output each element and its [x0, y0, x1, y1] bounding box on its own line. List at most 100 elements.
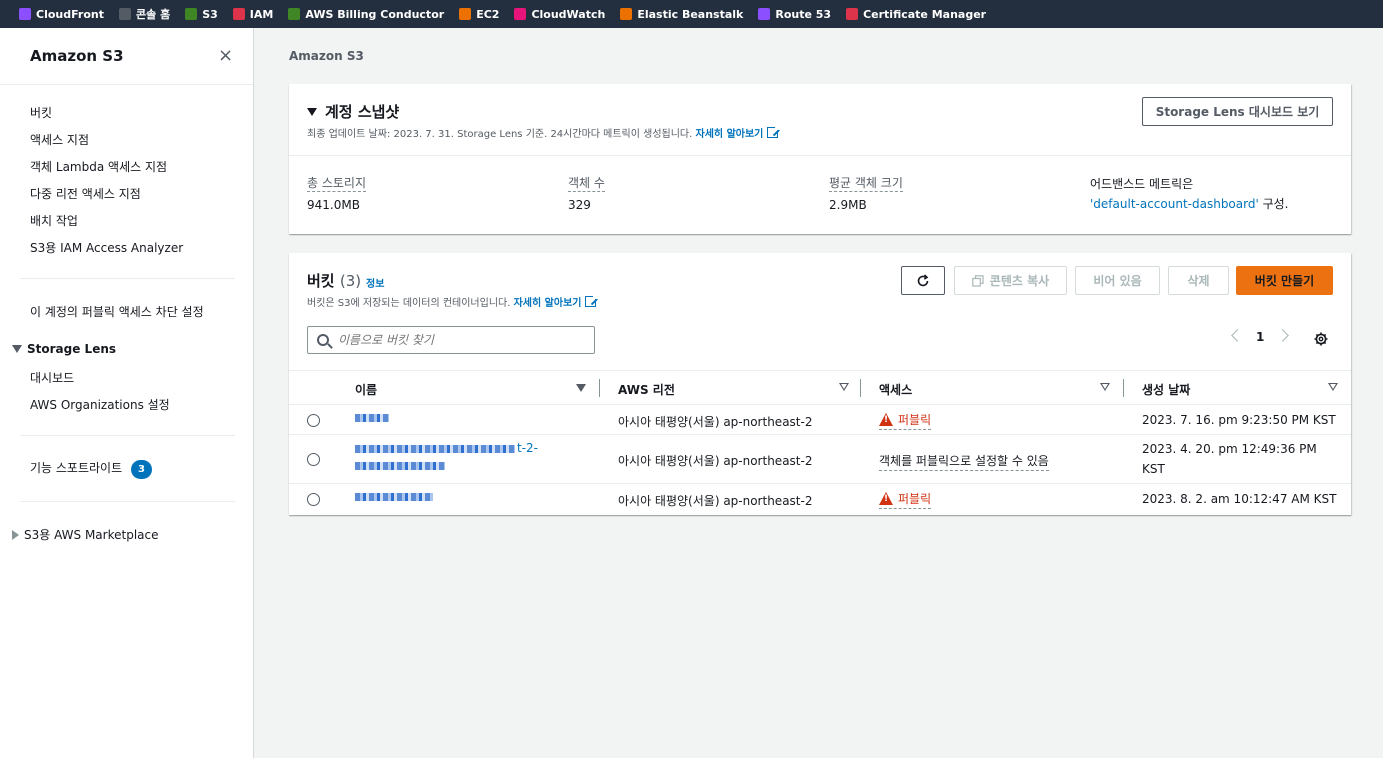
access-cell[interactable]: 퍼블릭 — [879, 490, 932, 509]
sidebar-divider — [20, 278, 235, 279]
column-resizer[interactable] — [599, 379, 600, 397]
view-storage-lens-dashboard-button[interactable]: Storage Lens 대시보드 보기 — [1142, 97, 1333, 126]
sidebar-title: Amazon S3 — [30, 47, 124, 65]
iam-icon — [232, 8, 245, 20]
bucket-name-link-line2[interactable] — [355, 462, 445, 470]
page-number[interactable]: 1 — [1256, 330, 1264, 344]
empty-button[interactable]: 비어 있음 — [1075, 266, 1160, 295]
sort-icon[interactable] — [1328, 383, 1338, 391]
metric-label[interactable]: 평균 객체 크기 — [829, 176, 903, 192]
billing-conductor-icon — [288, 8, 301, 20]
sidebar-item-org-settings[interactable]: AWS Organizations 설정 — [30, 396, 170, 413]
snapshot-title[interactable]: 계정 스냅샷 — [307, 101, 399, 122]
bucket-name-link[interactable] — [355, 493, 433, 501]
advanced-metrics-note: 어드밴스드 메트릭은 'default-account-dashboard' 구… — [1090, 177, 1289, 211]
row-select-radio[interactable] — [307, 414, 320, 427]
warning-icon — [879, 413, 893, 426]
breadcrumb[interactable]: Amazon S3 — [289, 49, 364, 63]
access-cell[interactable]: 퍼블릭 — [879, 411, 932, 430]
search-input[interactable] — [338, 333, 578, 347]
sidebar-item-access-analyzer[interactable]: S3용 IAM Access Analyzer — [30, 239, 183, 256]
fav-cloudfront[interactable]: CloudFront — [19, 8, 104, 21]
copy-arn-button[interactable]: 콘텐츠 복사 — [954, 266, 1067, 295]
column-header-region[interactable]: AWS 리전 — [618, 381, 675, 398]
row-select-radio[interactable] — [307, 493, 320, 506]
fav-iam[interactable]: IAM — [232, 8, 273, 21]
sidebar: Amazon S3 × 버킷 액세스 지점 객체 Lambda 액세스 지점 다… — [0, 28, 254, 758]
metric-label[interactable]: 객체 수 — [568, 176, 605, 192]
search-icon — [317, 334, 329, 346]
snapshot-description: 최종 업데이트 날짜: 2023. 7. 31. Storage Lens 기준… — [307, 125, 781, 140]
created-cell-line2: KST — [1142, 462, 1165, 476]
metric-object-count: 객체 수 329 — [568, 174, 605, 212]
learn-more-link[interactable]: 자세히 알아보기 — [514, 294, 599, 309]
sidebar-item-buckets[interactable]: 버킷 — [30, 104, 52, 121]
caret-right-icon — [12, 529, 19, 540]
sidebar-item-object-lambda[interactable]: 객체 Lambda 액세스 지점 — [30, 158, 167, 175]
dashboard-config-link[interactable]: 'default-account-dashboard' — [1090, 197, 1259, 211]
fav-elastic-beanstalk[interactable]: Elastic Beanstalk — [620, 8, 743, 21]
delete-button[interactable]: 삭제 — [1168, 266, 1229, 295]
sidebar-item-batch-ops[interactable]: 배치 작업 — [30, 212, 78, 229]
fav-s3[interactable]: S3 — [185, 8, 218, 21]
sidebar-item-block-public[interactable]: 이 계정의 퍼블릭 액세스 차단 설정 — [30, 303, 204, 320]
account-snapshot-panel: 계정 스냅샷 최종 업데이트 날짜: 2023. 7. 31. Storage … — [289, 84, 1351, 234]
created-cell: 2023. 4. 20. pm 12:49:36 PM — [1142, 442, 1317, 456]
sidebar-item-multi-region[interactable]: 다중 리전 액세스 지점 — [30, 185, 141, 202]
fav-billing-conductor[interactable]: AWS Billing Conductor — [288, 8, 444, 21]
learn-more-link[interactable]: 자세히 알아보기 — [696, 125, 781, 140]
column-header-created[interactable]: 생성 날짜 — [1142, 381, 1190, 398]
console-home-icon — [119, 8, 131, 20]
chevron-left-icon[interactable] — [1231, 329, 1244, 342]
access-cell[interactable]: 객체를 퍼블릭으로 설정할 수 있음 — [879, 452, 1049, 471]
sidebar-divider — [20, 435, 235, 436]
external-link-icon — [585, 294, 599, 307]
refresh-icon — [917, 273, 929, 286]
row-select-radio[interactable] — [307, 453, 320, 466]
column-resizer[interactable] — [1123, 379, 1124, 397]
bucket-name-suffix[interactable]: t-2- — [517, 441, 538, 455]
buckets-description: 버킷은 S3에 저장되는 데이터의 컨테이너입니다. 자세히 알아보기 — [307, 294, 599, 309]
bucket-name-link[interactable] — [355, 414, 389, 422]
fav-certificate-manager[interactable]: Certificate Manager — [846, 8, 986, 21]
sidebar-item-feature-spotlight[interactable]: 기능 스포트라이트 3 — [30, 459, 152, 479]
region-cell: 아시아 태평양(서울) ap-northeast-2 — [618, 494, 813, 508]
sidebar-item-access-points[interactable]: 액세스 지점 — [30, 131, 89, 148]
fav-cloudwatch[interactable]: CloudWatch — [514, 8, 605, 21]
search-box[interactable] — [307, 326, 595, 354]
certificate-manager-icon — [846, 8, 859, 20]
sidebar-section-storage-lens[interactable]: Storage Lens — [12, 342, 116, 356]
metric-label[interactable]: 총 스토리지 — [307, 176, 367, 192]
fav-route53[interactable]: Route 53 — [758, 8, 831, 21]
column-resizer[interactable] — [860, 379, 861, 397]
close-icon[interactable]: × — [218, 45, 233, 66]
fav-console-home[interactable]: 콘솔 홈 — [119, 6, 170, 22]
sort-icon[interactable] — [839, 383, 849, 391]
sidebar-item-dashboards[interactable]: 대시보드 — [30, 369, 74, 386]
sort-icon[interactable] — [1100, 383, 1110, 391]
metric-value: 941.0MB — [307, 198, 360, 212]
info-link[interactable]: 정보 — [366, 275, 384, 290]
fav-ec2[interactable]: EC2 — [459, 8, 499, 21]
column-header-access[interactable]: 액세스 — [879, 381, 912, 398]
bucket-name-link[interactable] — [355, 445, 515, 453]
settings-gear-icon[interactable] — [1314, 332, 1328, 346]
ec2-icon — [459, 8, 472, 20]
create-bucket-button[interactable]: 버킷 만들기 — [1236, 266, 1333, 295]
table-header: 이름 AWS 리전 액세스 생성 날짜 — [289, 370, 1351, 405]
sort-desc-icon[interactable] — [576, 384, 586, 392]
buckets-title: 버킷 (3) — [307, 272, 362, 290]
column-header-name[interactable]: 이름 — [355, 381, 377, 398]
metric-avg-object-size: 평균 객체 크기 2.9MB — [829, 174, 903, 212]
created-cell: 2023. 8. 2. am 10:12:47 AM KST — [1142, 492, 1337, 506]
table-row[interactable]: t-2- 아시아 태평양(서울) ap-northeast-2 객체를 퍼블릭으… — [289, 435, 1351, 484]
table-row[interactable]: 아시아 태평양(서울) ap-northeast-2 퍼블릭 2023. 7. … — [289, 405, 1351, 435]
caret-down-icon — [12, 345, 22, 353]
refresh-button[interactable] — [901, 266, 945, 295]
chevron-right-icon[interactable] — [1276, 329, 1289, 342]
sidebar-item-marketplace[interactable]: S3용 AWS Marketplace — [12, 526, 159, 543]
region-cell: 아시아 태평양(서울) ap-northeast-2 — [618, 415, 813, 429]
region-cell: 아시아 태평양(서울) ap-northeast-2 — [618, 454, 813, 468]
table-row[interactable]: 아시아 태평양(서울) ap-northeast-2 퍼블릭 2023. 8. … — [289, 484, 1351, 514]
external-link-icon — [767, 125, 781, 138]
